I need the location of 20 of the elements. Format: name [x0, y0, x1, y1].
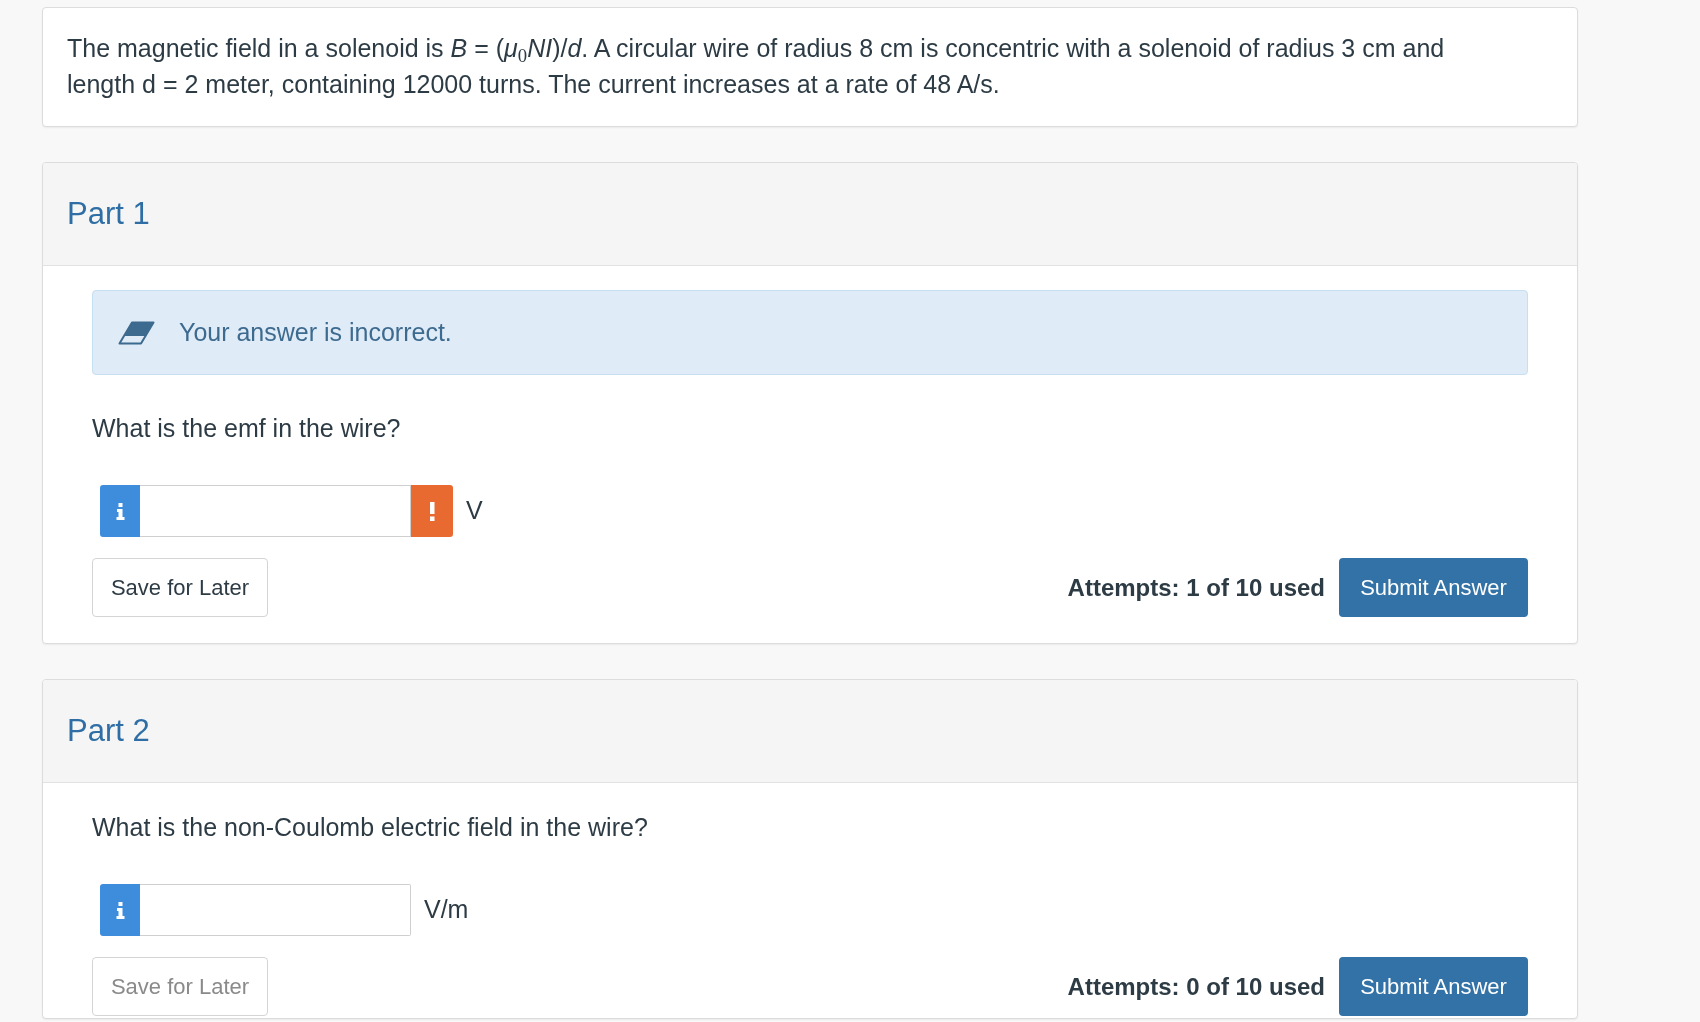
- submit-answer-button[interactable]: Submit Answer: [1339, 957, 1528, 1016]
- attempts-text: Attempts: 1 of 10 used: [1067, 572, 1325, 603]
- part-title: Part 2: [67, 711, 150, 750]
- question-text: What is the emf in the wire?: [92, 413, 402, 444]
- problem-statement: The magnetic field in a solenoid is B = (μ$_{0}$NI)/d. A circular wire of radius 8 cm is concentric with a solenoid of radius 3 cm and length d = 2 meter, containing 12000 turns. The current increases at a rate of 48 A/s.: [67, 33, 1446, 100]
- info-icon: [115, 502, 125, 520]
- question-text: What is the non-Coulomb electric field in the wire?: [92, 812, 649, 843]
- answer-field[interactable]: [140, 485, 411, 537]
- info-button[interactable]: [100, 485, 140, 537]
- unit-label: V/m: [424, 894, 469, 926]
- attempts-text: Attempts: 0 of 10 used: [1067, 971, 1325, 1002]
- feedback-text: Your answer is incorrect.: [179, 316, 452, 348]
- part-title: Part 1: [67, 194, 150, 233]
- eraser-icon: [118, 320, 155, 345]
- info-icon: [115, 901, 125, 919]
- answer-field[interactable]: [140, 884, 411, 936]
- submit-answer-button[interactable]: Submit Answer: [1339, 558, 1528, 617]
- unit-label: V: [466, 495, 483, 527]
- save-for-later-button[interactable]: Save for Later: [92, 558, 268, 617]
- info-button[interactable]: [100, 884, 140, 936]
